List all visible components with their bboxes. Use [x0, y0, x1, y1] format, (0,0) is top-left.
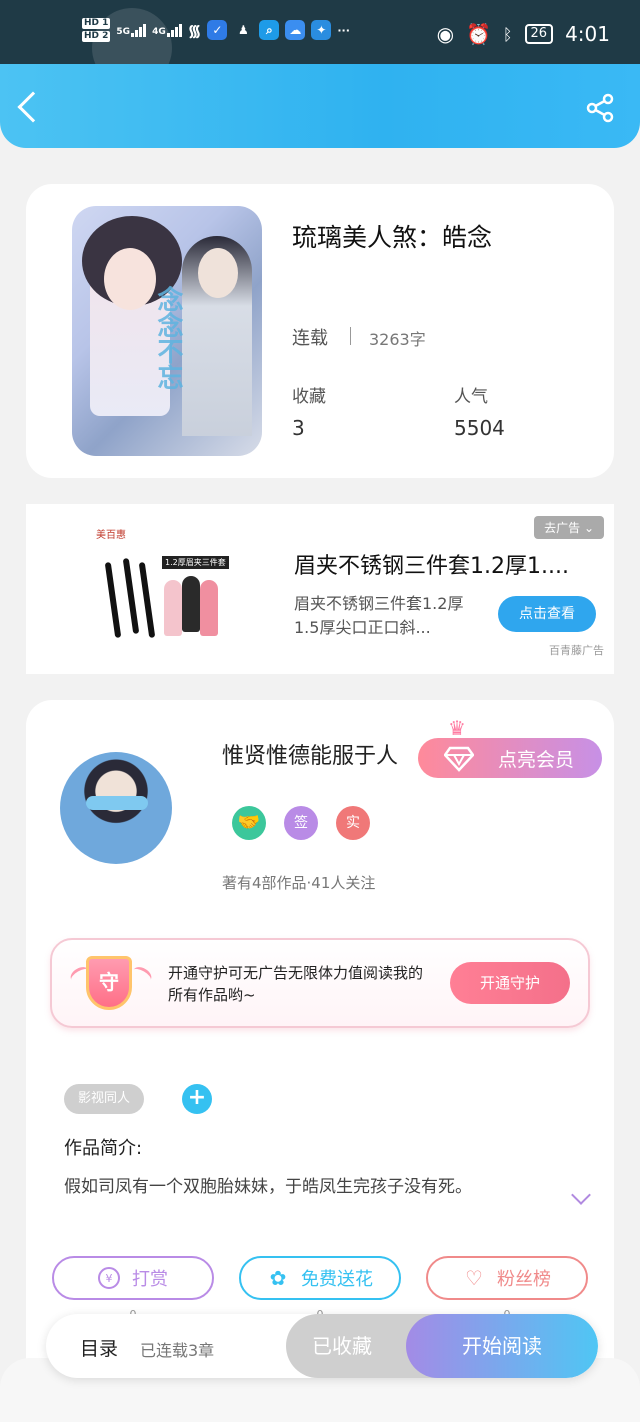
signed-badge: 签	[284, 806, 318, 840]
tweezer-2	[122, 557, 140, 635]
serial-status: 连载	[292, 328, 328, 349]
cover-face-male	[198, 248, 238, 298]
tweezer-3	[138, 561, 156, 639]
open-guard-button[interactable]: 开通守护	[450, 962, 570, 1004]
eye-icon: ◉	[436, 22, 455, 46]
intro-text: 假如司凤有一个双胞胎妹妹，于皓凤生完孩子没有死。	[64, 1177, 472, 1197]
wifi-icon: ᯾	[187, 21, 202, 40]
send-flower-button[interactable]: ✿ 免费送花 0	[239, 1256, 401, 1321]
fan-rank-label: 粉丝榜	[497, 1269, 551, 1290]
battery-indicator: 26	[524, 24, 554, 44]
pack-2	[182, 576, 200, 632]
net1-label: 5G	[116, 26, 131, 37]
verified-badge: 实	[336, 806, 370, 840]
status-left: HD 1 HD 2 5G 4G ᯾ ✓ ♟ ⌕ ☁ ✦ ···	[82, 18, 350, 42]
favorites-value: 3	[292, 416, 305, 440]
search-app-icon: ⌕	[259, 20, 280, 40]
ad-image: 美百惠 1.2厚眉夹三件套	[76, 518, 276, 658]
tweezer-1	[104, 561, 122, 639]
qq-icon: ♟	[237, 23, 249, 37]
word-count: 3263字	[369, 330, 426, 349]
book-info-card: 念念不忘 琉璃美人煞：皓念 连载 3263字 收藏 3 人气 5504	[26, 184, 614, 478]
signal-5g-icon: 5G	[116, 23, 147, 37]
pack-3	[200, 580, 218, 636]
cover-calligraphy: 念念不忘	[153, 286, 183, 390]
status-bar: HD 1 HD 2 5G 4G ᯾ ✓ ♟ ⌕ ☁ ✦ ··· ◉ ⏰ ᛒ 26…	[0, 0, 640, 88]
book-title: 琉璃美人煞：皓念	[292, 223, 493, 252]
genre-tag[interactable]: 影视同人	[64, 1084, 145, 1114]
handshake-badge-icon: 🤝	[232, 806, 266, 840]
top-nav-bar	[0, 64, 640, 148]
toc-button[interactable]: 目录	[80, 1334, 118, 1361]
ad-cta-button[interactable]: 点击查看	[498, 596, 596, 632]
cloud-icon: ☁	[285, 20, 306, 40]
divider	[350, 327, 351, 345]
status-right: ◉ ⏰ ᛒ 26 4:01	[437, 22, 610, 46]
guard-text: 开通守护可无广告无限体力值阅读我的所有作品哟~	[168, 964, 424, 1004]
avatar[interactable]	[60, 752, 172, 864]
signal-4g-icon: 4G	[152, 23, 182, 37]
more-notifications: ···	[337, 23, 350, 37]
popularity-label: 人气	[454, 387, 488, 407]
ad-banner[interactable]: 美百惠 1.2厚眉夹三件套 眉夹不锈钢三件套1.2厚1.... 眉夹不锈钢三件套…	[26, 504, 614, 674]
share-icon[interactable]	[584, 92, 616, 124]
avatar-cap	[86, 796, 148, 810]
ad-title: 眉夹不锈钢三件套1.2厚1....	[294, 554, 569, 579]
hd1-label: HD 1	[82, 18, 111, 29]
hd2-label: HD 2	[82, 31, 111, 42]
yen-icon: ¥	[98, 1267, 120, 1289]
chapter-count: 已连载3章	[140, 1341, 215, 1360]
popularity-value: 5504	[454, 416, 505, 440]
reward-button[interactable]: ¥ 打赏 0	[52, 1256, 214, 1321]
author-stats: 著有4部作品·41人关注	[222, 874, 376, 892]
bottom-action-bar: 目录 已连载3章 已收藏 开始阅读	[46, 1314, 598, 1378]
chevron-down-icon[interactable]	[571, 1185, 591, 1205]
bulb-icon: ✦	[311, 20, 332, 40]
fan-rank-button[interactable]: ♡ 粉丝榜 0	[426, 1256, 588, 1321]
vip-button[interactable]: ♛ 点亮会员	[418, 716, 602, 778]
reward-label: 打赏	[132, 1269, 168, 1290]
ad-description: 眉夹不锈钢三件套1.2厚1.5厚尖口正口斜...	[294, 594, 464, 637]
author-name[interactable]: 惟贤惟德能服于人	[222, 738, 398, 770]
ad-brand: 美百惠	[96, 530, 126, 541]
book-cover[interactable]: 念念不忘	[72, 206, 262, 456]
alarm-icon: ⏰	[466, 22, 491, 46]
vip-label: 点亮会员	[497, 748, 574, 771]
crown-icon: ♛	[448, 716, 466, 740]
net2-label: 4G	[152, 26, 166, 37]
send-flower-label: 免费送花	[301, 1269, 373, 1290]
bluetooth-icon: ᛒ	[502, 24, 513, 44]
add-tag-button[interactable]: +	[182, 1084, 212, 1114]
guard-shield-icon: 守	[86, 956, 132, 1010]
cover-face-female	[104, 248, 156, 310]
clock: 4:01	[565, 22, 610, 46]
guard-banner: 守 开通守护可无广告无限体力值阅读我的所有作品哟~ 开通守护	[50, 938, 590, 1028]
author-detail-card: 惟贤惟德能服于人 ♛ 点亮会员 🤝 签 实 著有4部作品·41人关注 守 开通守…	[26, 700, 614, 1400]
flower-icon: ✿	[269, 1266, 287, 1290]
intro-label: 作品简介:	[64, 1138, 143, 1159]
diamond-icon	[444, 746, 474, 772]
ad-source: 百青藤广告	[549, 644, 604, 657]
chevron-left-icon[interactable]	[17, 91, 49, 123]
hd-indicator: HD 1 HD 2	[82, 18, 111, 42]
right-wing-icon	[129, 963, 155, 987]
start-reading-button[interactable]: 开始阅读	[406, 1314, 598, 1378]
shield-app-icon: ✓	[207, 20, 228, 40]
ad-package-label: 1.2厚眉夹三件套	[162, 556, 229, 569]
pack-1	[164, 580, 182, 636]
favorites-label: 收藏	[292, 387, 326, 407]
fan-rank-icon: ♡	[465, 1266, 483, 1290]
remove-ad-button[interactable]: 去广告 ⌄	[534, 516, 604, 539]
